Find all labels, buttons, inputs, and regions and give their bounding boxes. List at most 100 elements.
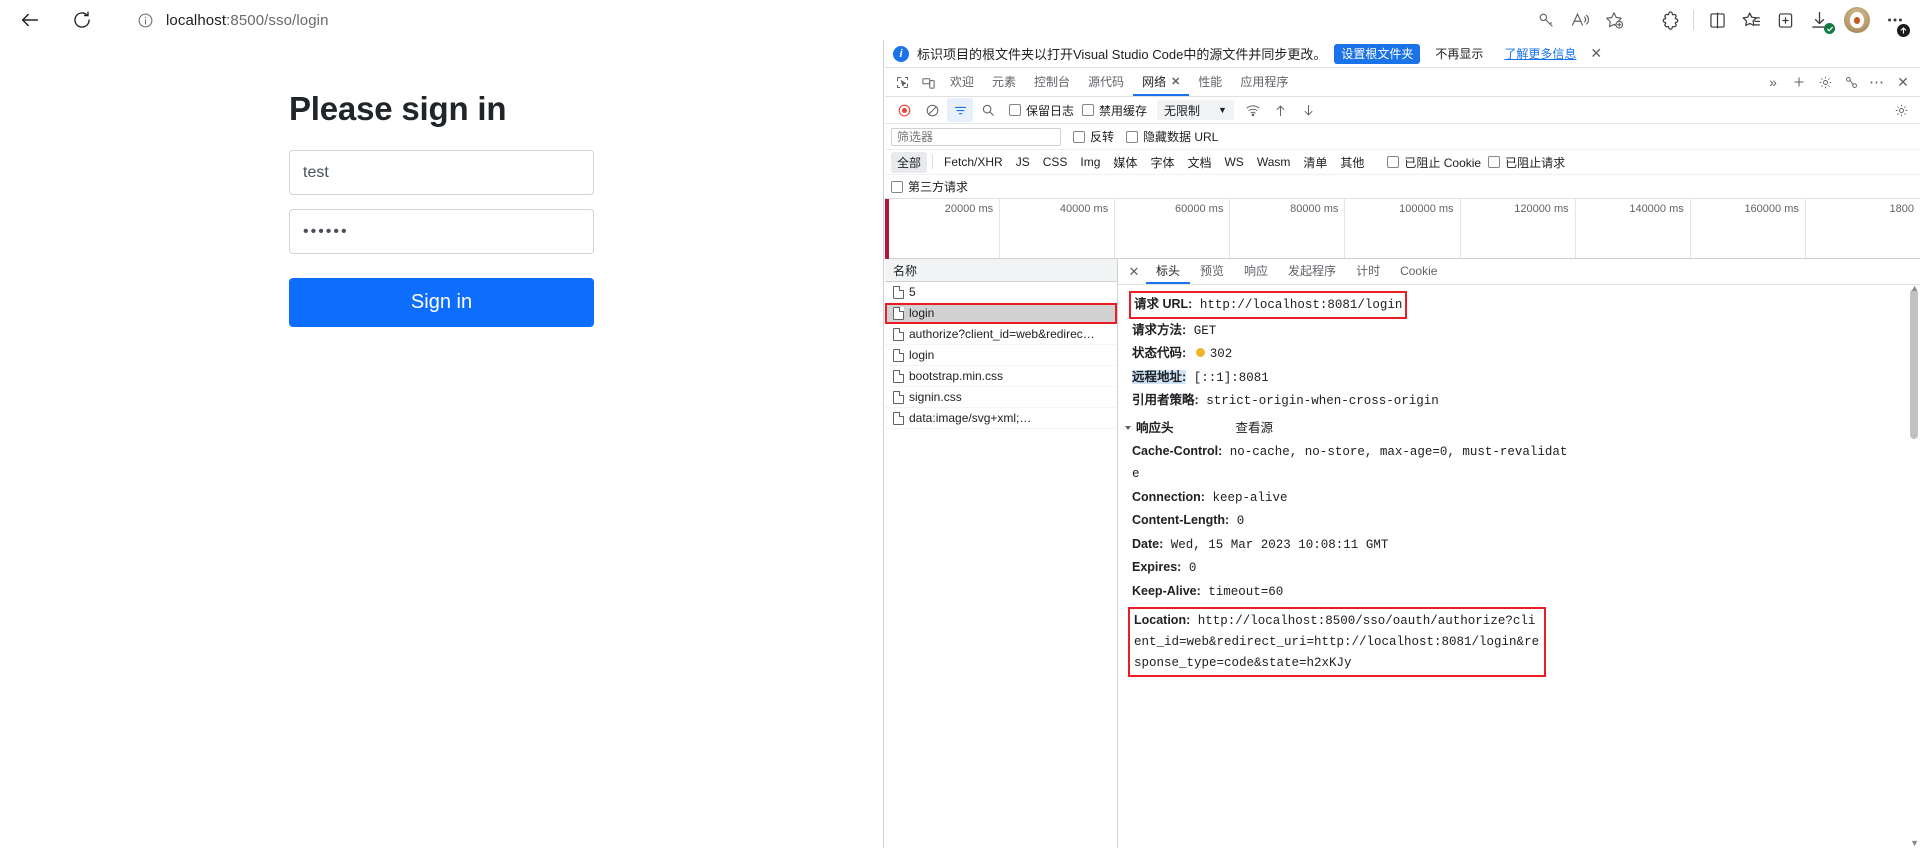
disable-cache-checkbox[interactable]: 禁用缓存 — [1082, 102, 1147, 119]
resource-type-filters: 全部 Fetch/XHR JS CSS Img 媒体 字体 文档 WS Wasm… — [885, 150, 1920, 175]
browser-toolbar: localhost:8500/sso/login — [0, 0, 1920, 40]
detail-tab-response[interactable]: 响应 — [1234, 259, 1278, 284]
table-row[interactable]: 5 — [885, 282, 1117, 303]
settings-and-more-icon[interactable] — [1878, 3, 1912, 37]
type-filter-doc[interactable]: 文档 — [1181, 152, 1217, 173]
set-root-folder-button[interactable]: 设置根文件夹 — [1334, 43, 1421, 64]
tab-application[interactable]: 应用程序 — [1231, 69, 1297, 96]
tab-sources[interactable]: 源代码 — [1079, 69, 1133, 96]
type-filter-media[interactable]: 媒体 — [1107, 152, 1143, 173]
devtools-tabbar: 欢迎 元素 控制台 源代码 网络 ✕ 性能 应用程序 » ⋯ ✕ — [885, 68, 1920, 97]
type-filter-css[interactable]: CSS — [1037, 153, 1074, 171]
network-settings-gear-icon[interactable] — [1888, 98, 1914, 122]
table-row[interactable]: authorize?client_id=web&redirec… — [885, 324, 1117, 345]
type-filter-ws[interactable]: WS — [1218, 153, 1249, 171]
export-har-icon[interactable] — [1296, 98, 1322, 122]
type-filter-wasm[interactable]: Wasm — [1251, 153, 1297, 171]
detail-tab-cookies[interactable]: Cookie — [1390, 259, 1447, 284]
detail-tab-preview[interactable]: 预览 — [1190, 259, 1234, 284]
favorites-icon[interactable] — [1734, 3, 1768, 37]
type-filter-all[interactable]: 全部 — [891, 151, 928, 173]
customize-devtools-icon[interactable] — [1838, 70, 1864, 94]
split-screen-icon[interactable] — [1700, 3, 1734, 37]
blocked-requests-checkbox[interactable]: 已阻止请求 — [1488, 154, 1565, 171]
table-row[interactable]: data:image/svg+xml;… — [885, 408, 1117, 429]
settings-gear-icon[interactable] — [1812, 70, 1838, 94]
password-input[interactable] — [289, 209, 594, 254]
network-conditions-icon[interactable] — [1240, 98, 1266, 122]
tab-network[interactable]: 网络 ✕ — [1133, 69, 1190, 96]
filter-toggle-button[interactable] — [947, 98, 973, 122]
timeline-tick: 120000 ms — [1461, 199, 1576, 258]
table-row[interactable]: login — [885, 303, 1117, 324]
type-filter-fetch-xhr[interactable]: Fetch/XHR — [938, 153, 1009, 171]
read-aloud-icon[interactable] — [1563, 3, 1597, 37]
blocked-cookies-checkbox[interactable]: 已阻止 Cookie — [1387, 154, 1481, 171]
new-tab-icon[interactable] — [1786, 70, 1812, 94]
close-devtools-icon[interactable]: ✕ — [1890, 70, 1916, 94]
invert-checkbox[interactable]: 反转 — [1073, 128, 1114, 145]
timeline-tick: 140000 ms — [1576, 199, 1691, 258]
table-row[interactable]: signin.css — [885, 387, 1117, 408]
network-overview-timeline[interactable]: 20000 ms 40000 ms 60000 ms 80000 ms 1000… — [885, 199, 1920, 259]
reload-button[interactable] — [64, 2, 100, 38]
type-filter-font[interactable]: 字体 — [1144, 152, 1180, 173]
device-toolbar-icon[interactable] — [915, 70, 941, 94]
detail-tab-headers[interactable]: 标头 — [1146, 259, 1191, 284]
update-available-badge — [1897, 24, 1910, 37]
header-connection: Connection: keep-alive — [1132, 486, 1920, 510]
back-button[interactable] — [12, 2, 48, 38]
referrer-policy-value: strict-origin-when-cross-origin — [1206, 394, 1439, 408]
filter-input[interactable] — [891, 127, 1061, 146]
devtools-more-icon[interactable]: ⋯ — [1864, 70, 1890, 94]
search-icon[interactable] — [975, 98, 1001, 122]
site-info-icon[interactable] — [130, 5, 160, 35]
inspect-element-icon[interactable] — [889, 70, 915, 94]
hide-data-urls-checkbox[interactable]: 隐藏数据 URL — [1126, 128, 1218, 145]
add-favorite-icon[interactable] — [1597, 3, 1631, 37]
type-filter-js[interactable]: JS — [1010, 153, 1036, 171]
header-key: Keep-Alive: — [1132, 583, 1201, 598]
response-headers-section[interactable]: 响应头 查看源 — [1124, 417, 1920, 439]
table-row[interactable]: bootstrap.min.css — [885, 366, 1117, 387]
clear-button[interactable] — [919, 98, 945, 122]
type-filter-manifest[interactable]: 清单 — [1297, 152, 1333, 173]
request-name: 5 — [909, 285, 916, 299]
detail-tab-initiator[interactable]: 发起程序 — [1278, 259, 1346, 284]
downloads-icon[interactable] — [1802, 3, 1836, 37]
address-bar[interactable]: localhost:8500/sso/login — [118, 4, 1641, 36]
learn-more-link[interactable]: 了解更多信息 — [1504, 45, 1576, 62]
profile-avatar[interactable] — [1844, 7, 1870, 33]
key-icon[interactable] — [1529, 3, 1563, 37]
tab-console[interactable]: 控制台 — [1025, 69, 1079, 96]
view-source-link[interactable]: 查看源 — [1236, 417, 1274, 439]
header-key: Connection: — [1132, 489, 1205, 504]
tab-elements[interactable]: 元素 — [983, 69, 1025, 96]
close-icon[interactable]: ✕ — [1171, 75, 1180, 88]
tab-performance[interactable]: 性能 — [1189, 69, 1231, 96]
dont-show-again-button[interactable]: 不再显示 — [1428, 44, 1490, 64]
scroll-up-icon[interactable]: ▲ — [1910, 285, 1919, 293]
scroll-down-icon[interactable]: ▼ — [1910, 838, 1919, 848]
response-headers-title: 响应头 — [1136, 420, 1174, 435]
sign-in-button[interactable]: Sign in — [289, 278, 594, 327]
close-icon[interactable]: ✕ — [1590, 45, 1602, 62]
third-party-requests-checkbox[interactable]: 第三方请求 — [891, 178, 968, 195]
import-har-icon[interactable] — [1268, 98, 1294, 122]
more-tabs-icon[interactable]: » — [1760, 70, 1786, 94]
throttling-dropdown[interactable]: 无限制 ▼ — [1157, 100, 1234, 120]
preserve-log-checkbox[interactable]: 保留日志 — [1009, 102, 1074, 119]
detail-scrollbar[interactable] — [1910, 289, 1918, 439]
tab-welcome[interactable]: 欢迎 — [941, 69, 983, 96]
close-icon[interactable]: ✕ — [1122, 260, 1146, 284]
network-toolbar: 保留日志 禁用缓存 无限制 ▼ — [885, 97, 1920, 124]
header-date: Date: Wed, 15 Mar 2023 10:08:11 GMT — [1132, 533, 1920, 557]
type-filter-img[interactable]: Img — [1074, 153, 1106, 171]
collections-icon[interactable] — [1768, 3, 1802, 37]
username-input[interactable] — [289, 150, 594, 195]
record-button[interactable] — [891, 98, 917, 122]
table-row[interactable]: login — [885, 345, 1117, 366]
detail-tab-timing[interactable]: 计时 — [1346, 259, 1390, 284]
type-filter-other[interactable]: 其他 — [1334, 152, 1370, 173]
extensions-icon[interactable] — [1653, 3, 1687, 37]
